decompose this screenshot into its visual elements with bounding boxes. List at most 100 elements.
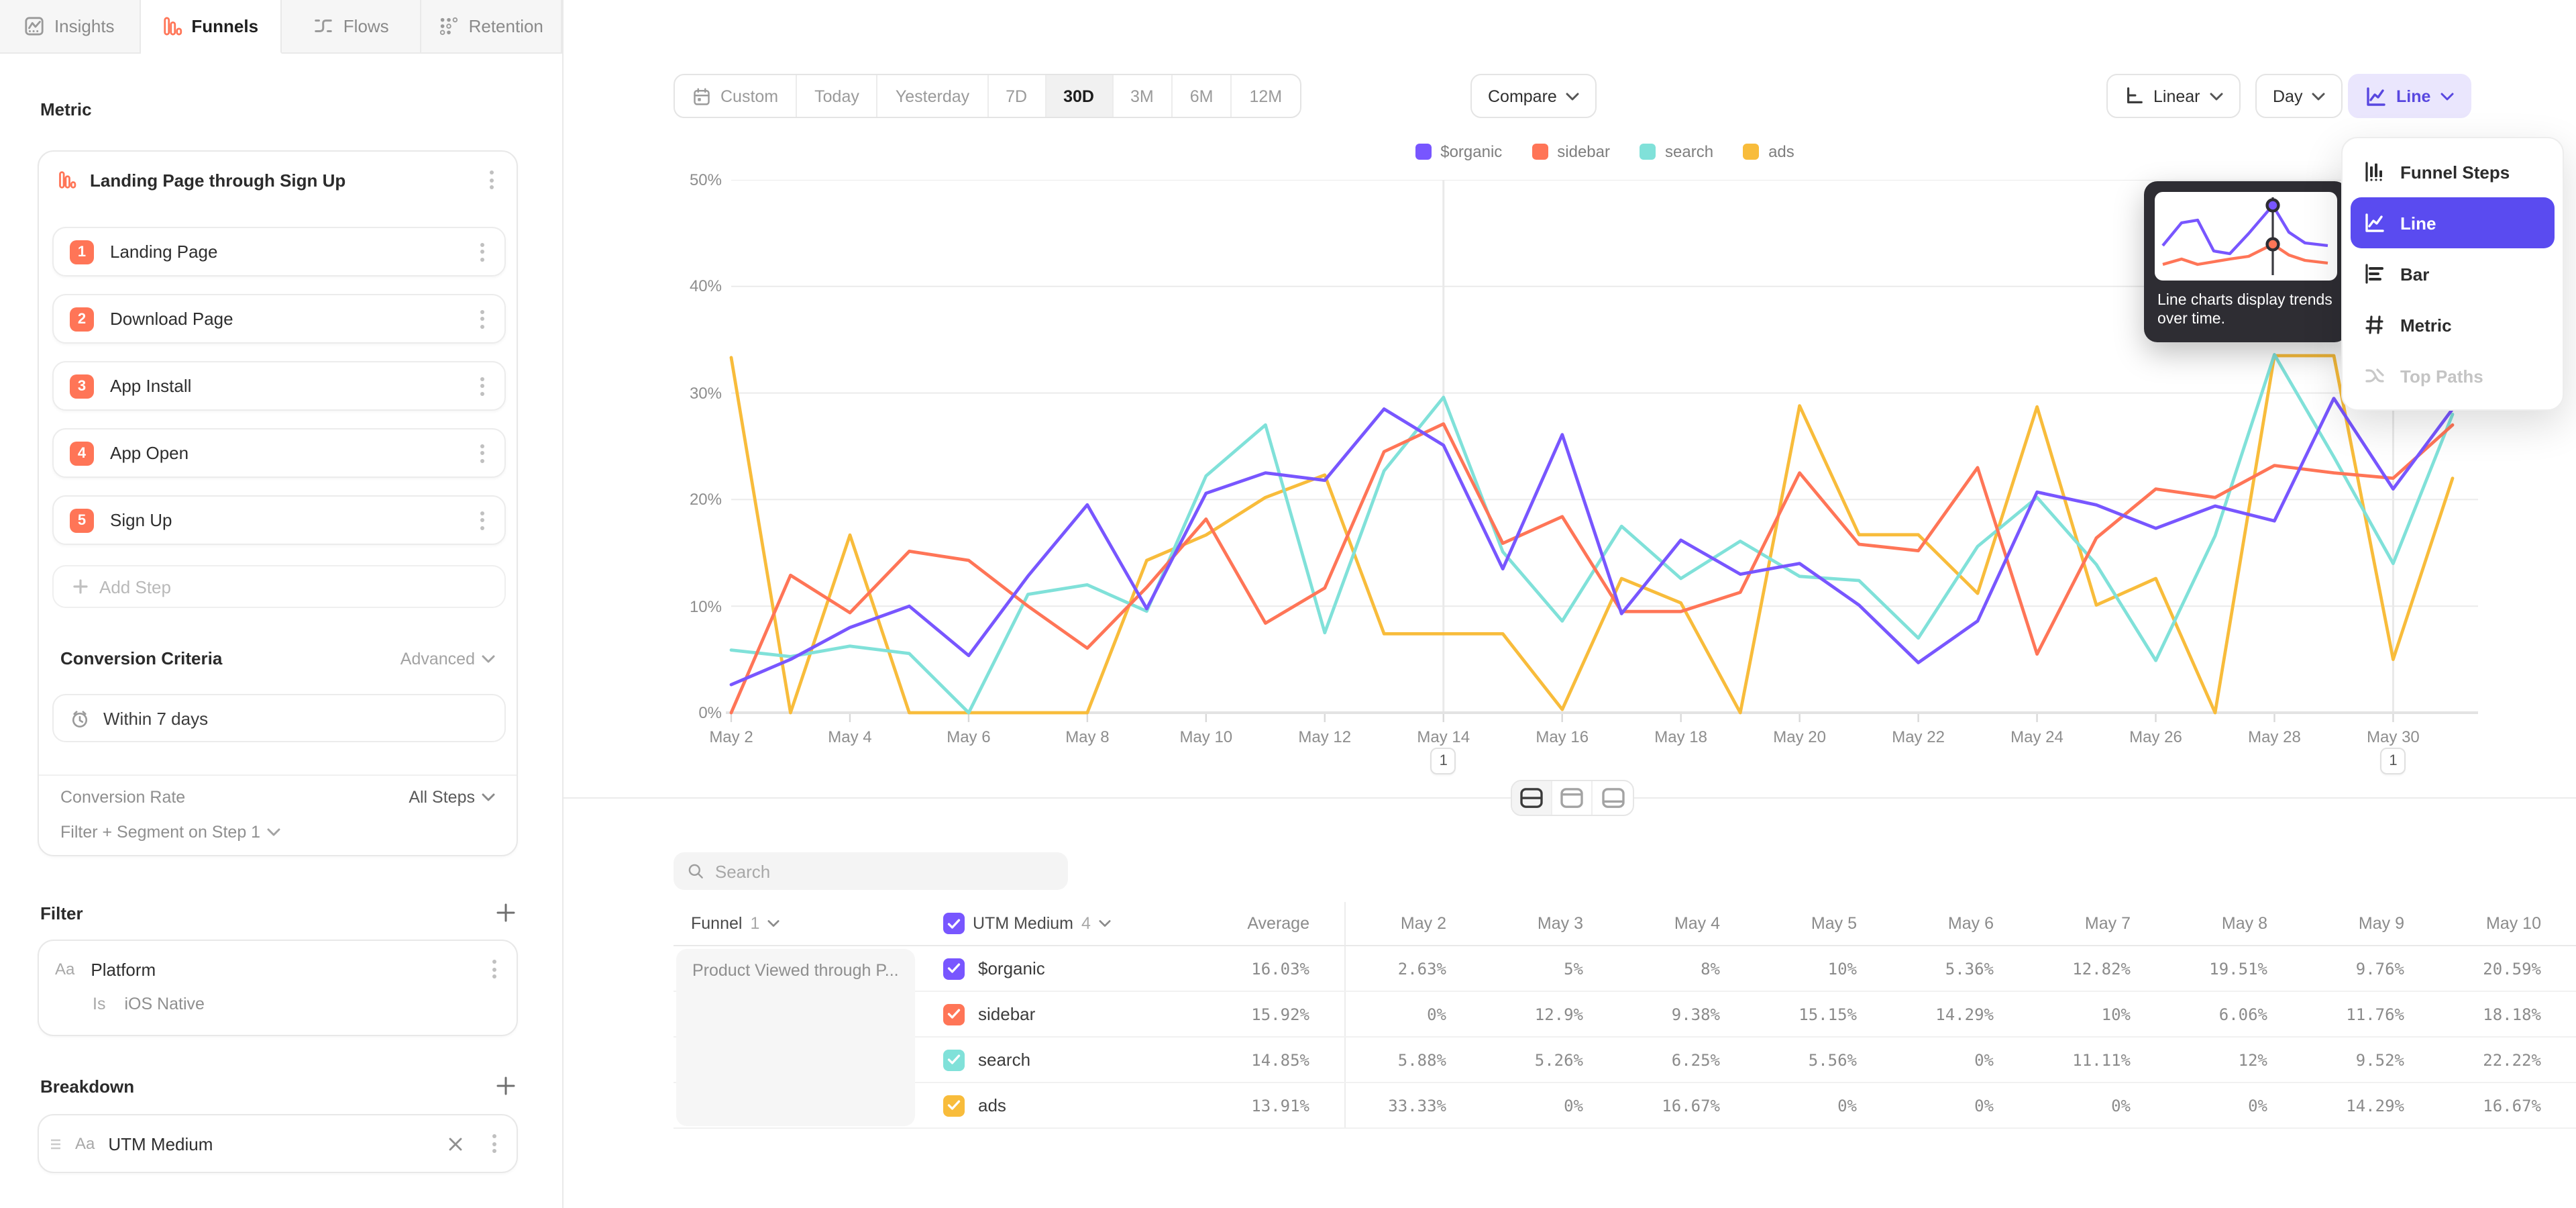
conversion-window-button[interactable]: Within 7 days [52,694,506,742]
breakdown-kebab-icon[interactable] [487,1133,500,1154]
plus-icon [72,578,89,595]
funnel-column-header[interactable]: Funnel 1 [674,902,918,945]
date-column-header[interactable]: May 4 [1618,902,1755,945]
tab-label: Funnels [191,16,258,36]
step-kebab-icon[interactable] [475,241,488,262]
add-breakdown-button[interactable] [495,1075,517,1097]
dropdown-item-funnel-steps[interactable]: Funnel Steps [2351,146,2555,197]
legend-item-organic[interactable]: $organic [1415,142,1502,161]
series-checkbox[interactable] [943,1003,965,1025]
date-column-header[interactable]: May 8 [2165,902,2302,945]
cell-value: 11.76% [2302,992,2439,1036]
filter-card[interactable]: Aa Platform Is iOS Native [38,940,518,1036]
metric-title-row[interactable]: Landing Page through Sign Up [39,152,517,208]
report-tabbar: Insights Funnels Flows Retention [0,0,562,54]
scale-button[interactable]: Linear [2106,74,2241,118]
legend-item-search[interactable]: search [1640,142,1713,161]
breakdown-column-header[interactable]: UTM Medium 4 [918,902,1119,945]
view-top-panel-button[interactable] [1552,781,1593,815]
filter-segment-dropdown[interactable]: Filter + Segment on Step 1 [39,823,302,842]
tab-insights[interactable]: Insights [0,0,141,54]
advanced-dropdown[interactable]: Advanced [400,649,495,668]
dropdown-item-line[interactable]: Line [2351,197,2555,248]
range-7d[interactable]: 7D [988,75,1046,117]
funnel-step-4[interactable]: 4 App Open [52,428,506,478]
compare-button[interactable]: Compare [1470,74,1597,118]
funnel-step-1[interactable]: 1 Landing Page [52,227,506,276]
range-6m[interactable]: 6M [1173,75,1232,117]
step-kebab-icon[interactable] [475,509,488,531]
tab-funnels[interactable]: Funnels [141,0,282,54]
cell-value: 16.67% [2439,1083,2576,1127]
range-30d[interactable]: 30D [1046,75,1113,117]
range-today[interactable]: Today [797,75,878,117]
step-kebab-icon[interactable] [475,375,488,397]
funnel-step-2[interactable]: 2 Download Page [52,294,506,344]
dropdown-item-metric[interactable]: Metric [2351,299,2555,350]
search-input[interactable] [715,861,1055,881]
range-3m[interactable]: 3M [1113,75,1173,117]
range-yesterday[interactable]: Yesterday [878,75,988,117]
filter-section-label: Filter [40,903,83,923]
date-column-header[interactable]: May 9 [2302,902,2439,945]
date-column-header[interactable]: May 6 [1892,902,2029,945]
series-line-ads[interactable] [731,356,2453,713]
step-kebab-icon[interactable] [475,442,488,464]
view-rows-button[interactable] [1512,781,1552,815]
tab-flows[interactable]: Flows [281,0,422,54]
chevron-down-icon [2312,92,2325,100]
x-tick-label: May 20 [1757,727,1843,746]
step-number-badge: 1 [70,240,94,264]
funnel-step-3[interactable]: 3 App Install [52,361,506,411]
breakdown-card[interactable]: Aa UTM Medium [38,1114,518,1173]
series-checkbox[interactable] [943,958,965,979]
annotation-badge[interactable]: 1 [1431,748,1456,774]
date-column-header[interactable]: May 7 [2029,902,2165,945]
average-column-header[interactable]: Average [1119,902,1344,945]
date-column-header[interactable]: May 5 [1755,902,1892,945]
chart-type-button[interactable]: Line [2348,74,2471,118]
all-steps-dropdown[interactable]: All Steps [409,788,495,807]
table-row-ads: ads13.91%33.33%0%16.67%0%0%0%0%14.29%16.… [674,1083,2576,1129]
remove-breakdown-icon[interactable] [448,1136,463,1151]
add-filter-button[interactable] [495,902,517,923]
drag-handle-icon[interactable] [50,1138,62,1150]
filter-kebab-icon[interactable] [487,958,500,980]
dropdown-item-top-paths[interactable]: Top Paths [2351,350,2555,401]
date-column-header[interactable]: May 2 [1344,902,1481,945]
range-custom[interactable]: Custom [675,75,797,117]
legend-item-sidebar[interactable]: sidebar [1532,142,1610,161]
chevron-down-icon [482,654,495,662]
granularity-button[interactable]: Day [2255,74,2343,118]
tab-retention[interactable]: Retention [422,0,563,54]
top-paths-icon [2364,365,2385,387]
series-checkbox[interactable] [943,1049,965,1070]
cell-value: 15.15% [1755,992,1892,1036]
y-tick-label: 40% [660,277,722,296]
range-12m[interactable]: 12M [1232,75,1300,117]
filter-value[interactable]: iOS Native [124,995,205,1013]
annotation-badge[interactable]: 1 [2380,748,2406,774]
plus-icon [495,1075,517,1097]
select-all-checkbox[interactable] [943,913,965,934]
date-column-header[interactable]: May 10 [2439,902,2576,945]
series-line-search[interactable] [731,354,2453,713]
series-checkbox[interactable] [943,1095,965,1116]
add-step-button[interactable]: Add Step [52,565,506,608]
tab-label: Retention [469,16,543,36]
tooltip-text: Line charts display trends over time. [2155,281,2337,332]
funnel-step-5[interactable]: 5 Sign Up [52,495,506,545]
cell-value: 11.11% [2029,1038,2165,1082]
legend-item-ads[interactable]: ads [1743,142,1794,161]
cell-value: 0% [1344,992,1481,1036]
date-column-header[interactable]: May 3 [1481,902,1618,945]
view-bottom-panel-button[interactable] [1593,781,1633,815]
metric-kebab-icon[interactable] [484,169,498,191]
funnels-icon [162,16,182,36]
chart-type-tooltip: Line charts display trends over time. [2144,181,2348,342]
dropdown-item-bar[interactable]: Bar [2351,248,2555,299]
step-kebab-icon[interactable] [475,308,488,330]
cell-value: 9.52% [2302,1038,2439,1082]
funnel-name-cell[interactable]: Product Viewed through P... [676,949,915,1126]
filter-operator[interactable]: Is [93,995,105,1013]
